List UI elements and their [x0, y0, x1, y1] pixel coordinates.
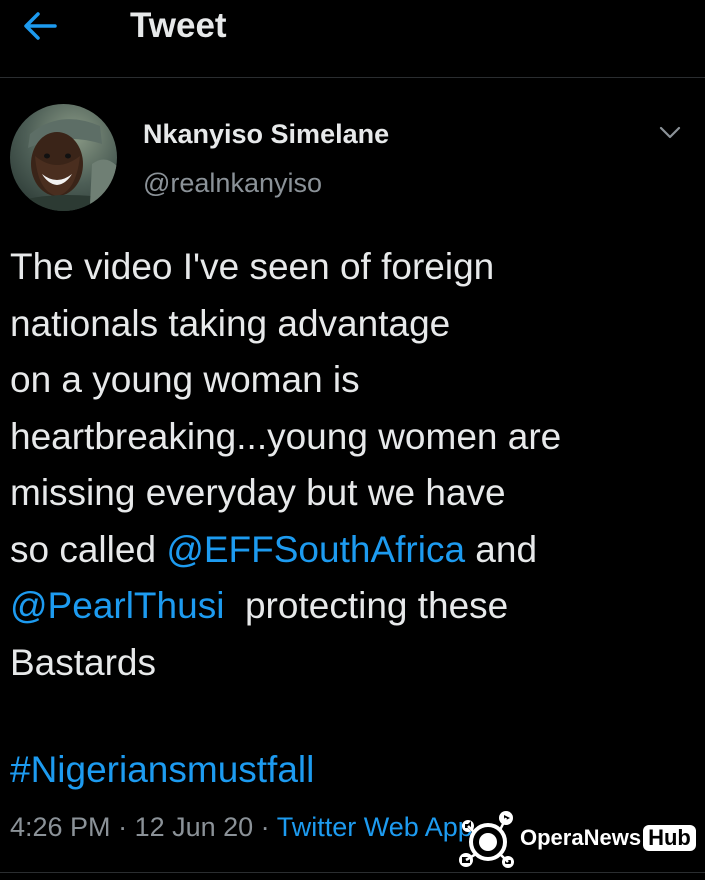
tweet-line: on a young woman is — [10, 359, 360, 400]
divider — [0, 872, 705, 873]
page-title: Tweet — [130, 6, 227, 45]
tweet-time[interactable]: 4:26 PM — [10, 812, 111, 842]
tweet-text-segment: so called — [10, 528, 167, 570]
tweet-meta: 4:26 PM · 12 Jun 20 · Twitter Web App — [10, 810, 473, 844]
tweet-line: The video I've seen of foreign — [10, 246, 495, 287]
hashtag-row: #Nigeriansmustfall — [10, 742, 314, 798]
tweet-text-segment: and — [465, 528, 538, 570]
tweet-line: so called @EFFSouthAfrica and — [10, 522, 700, 579]
tweet-source-link[interactable]: Twitter Web App — [277, 812, 473, 842]
tweet-line: @PearlThusi protecting these — [10, 578, 700, 635]
tweet-line: missing everyday but we have — [10, 472, 506, 513]
top-app-bar: Tweet — [0, 0, 705, 78]
author-handle[interactable]: @realnkanyiso — [143, 166, 322, 200]
tweet-menu-button[interactable] — [652, 118, 688, 148]
tweet-text-segment: protecting these — [224, 585, 509, 626]
watermark-text: OperaNews Hub — [520, 824, 696, 852]
watermark-brand: OperaNews — [520, 825, 642, 850]
tweet-body: The video I've seen of foreign nationals… — [10, 239, 700, 691]
back-button[interactable] — [18, 6, 62, 46]
chevron-down-icon — [659, 126, 681, 139]
author-display-name[interactable]: Nkanyiso Simelane — [143, 117, 389, 151]
avatar-photo — [10, 104, 117, 211]
meta-separator: · — [253, 812, 277, 842]
meta-separator: · — [110, 812, 135, 842]
hashtag-link[interactable]: #Nigeriansmustfall — [10, 749, 314, 790]
arrow-left-icon — [24, 12, 57, 40]
tweet-line: nationals taking advantage — [10, 302, 451, 344]
mention-link-pearl[interactable]: @PearlThusi — [10, 585, 224, 626]
tweet-line: Bastards — [10, 641, 157, 683]
tweet-date[interactable]: 12 Jun 20 — [135, 812, 254, 842]
opera-news-logo-icon — [459, 811, 514, 868]
watermark: OperaNews Hub — [448, 800, 698, 872]
avatar[interactable] — [10, 104, 117, 211]
watermark-badge: Hub — [643, 825, 696, 851]
mention-link-eff[interactable]: @EFFSouthAfrica — [166, 529, 465, 570]
tweet-line: heartbreaking...young women are — [10, 415, 562, 457]
